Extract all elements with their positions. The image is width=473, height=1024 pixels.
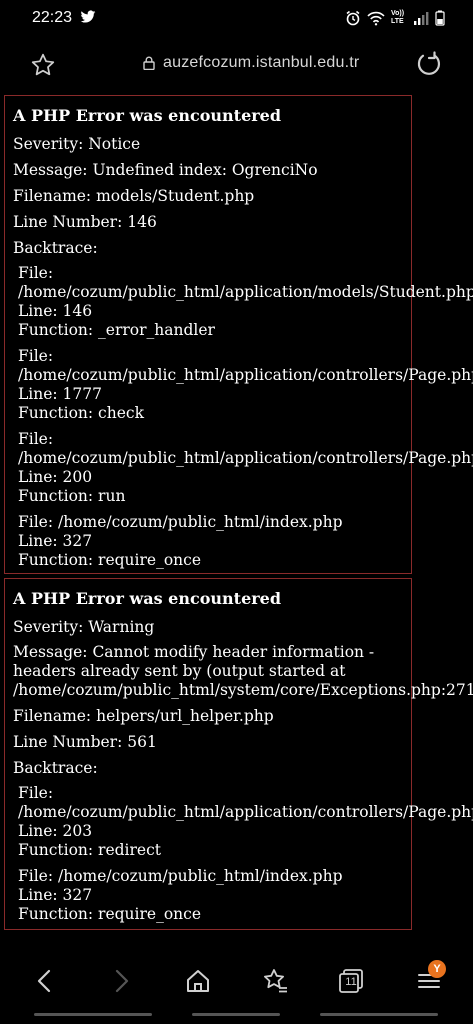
backtrace-file: File: /home/cozum/public_html/index.php (18, 867, 343, 885)
backtrace-function: Function: run (18, 487, 126, 505)
status-bar: 22:23 Vo)) LTE (0, 0, 473, 36)
page-content: A PHP Error was encountered Severity: No… (0, 92, 473, 948)
network-label: Vo)) LTE (391, 10, 405, 25)
status-time: 22:23 (32, 9, 73, 26)
backtrace-file: File: (18, 430, 54, 448)
home-indicator (320, 1013, 438, 1016)
error-message: headers already sent by (output started … (13, 662, 346, 680)
backtrace-function: Function: require_once (18, 551, 201, 569)
error-severity: Severity: Notice (13, 135, 141, 153)
backtrace-file: File: (18, 347, 54, 365)
backtrace-function: Function: _error_handler (18, 321, 215, 339)
tabs-count: 11 (345, 976, 357, 988)
error-filename: Filename: helpers/url_helper.php (13, 707, 274, 725)
error-line-number: Line Number: 561 (13, 733, 157, 751)
error-filename: Filename: models/Student.php (13, 187, 255, 205)
signal-icon (414, 12, 429, 25)
php-error-box: A PHP Error was encountered Severity: Wa… (4, 578, 473, 930)
backtrace-function: Function: redirect (18, 841, 162, 859)
home-indicator (192, 1013, 280, 1016)
error-title: A PHP Error was encountered (13, 589, 282, 608)
backtrace-file-path: /home/cozum/public_html/application/mode… (18, 283, 473, 301)
home-indicator (34, 1013, 152, 1016)
backtrace-file: File: /home/cozum/public_html/index.php (18, 513, 343, 531)
backtrace-line: Line: 1777 (18, 385, 103, 403)
bookmarks-icon[interactable] (260, 966, 290, 996)
backtrace-file: File: (18, 264, 54, 282)
backtrace-line: Line: 327 (18, 532, 93, 550)
bookmark-star-icon[interactable] (30, 52, 56, 78)
alarm-icon (346, 10, 360, 26)
tabs-button[interactable]: 11 (336, 966, 366, 996)
wifi-icon (367, 11, 385, 26)
backtrace-line: Line: 203 (18, 822, 93, 840)
backtrace-label: Backtrace: (13, 759, 98, 777)
bottom-navigation: 11 (0, 948, 473, 1024)
url-field[interactable]: auzefcozum.istanbul.edu.tr (143, 54, 359, 72)
backtrace-file: File: (18, 784, 54, 802)
home-icon[interactable] (183, 966, 213, 996)
backtrace-file-path: /home/cozum/public_html/application/cont… (18, 449, 473, 467)
error-line-number: Line Number: 146 (13, 213, 157, 231)
backtrace-function: Function: require_once (18, 905, 201, 923)
address-bar: auzefcozum.istanbul.edu.tr (0, 36, 473, 92)
twitter-icon (80, 10, 96, 23)
backtrace-label: Backtrace: (13, 239, 98, 257)
backtrace-file-path: /home/cozum/public_html/application/cont… (18, 803, 473, 821)
error-message: Message: Undefined index: OgrenciNo (13, 161, 318, 179)
lock-icon (143, 56, 155, 70)
menu-badge: Y (428, 960, 446, 978)
backtrace-line: Line: 200 (18, 468, 93, 486)
forward-icon[interactable] (106, 966, 136, 996)
error-message: Message: Cannot modify header informatio… (13, 643, 375, 661)
error-severity: Severity: Warning (13, 618, 155, 636)
error-message: /home/cozum/public_html/system/core/Exce… (13, 681, 473, 699)
status-icons: Vo)) LTE (345, 10, 445, 26)
url-text: auzefcozum.istanbul.edu.tr (163, 54, 360, 71)
backtrace-line: Line: 327 (18, 886, 93, 904)
reload-icon[interactable] (415, 50, 443, 78)
backtrace-line: Line: 146 (18, 302, 93, 320)
battery-icon (435, 10, 445, 26)
backtrace-file-path: /home/cozum/public_html/application/cont… (18, 366, 473, 384)
php-error-box: A PHP Error was encountered Severity: No… (4, 95, 473, 574)
error-title: A PHP Error was encountered (13, 106, 282, 125)
backtrace-function: Function: check (18, 404, 144, 422)
back-icon[interactable] (30, 966, 60, 996)
